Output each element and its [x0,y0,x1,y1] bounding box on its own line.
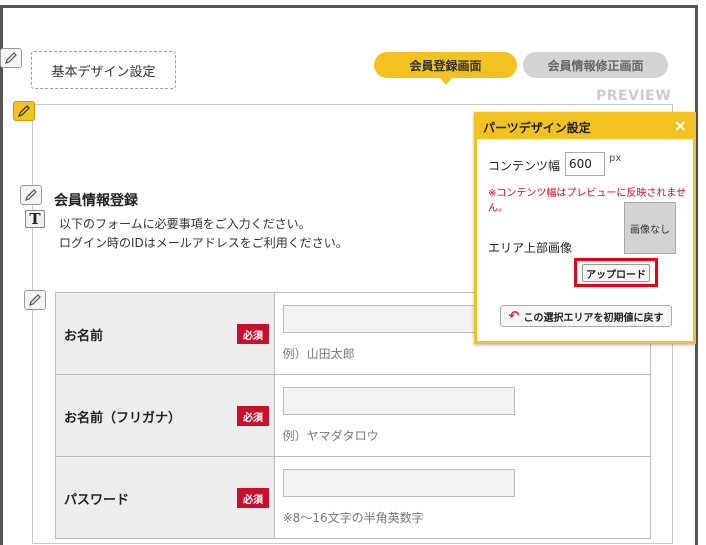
required-badge: 必須 [237,488,269,508]
popup-header: パーツデザイン設定 × [477,115,693,139]
password-hint: ※8～16文字の半角英数字 [282,511,424,525]
text-edit-icon[interactable]: T [25,210,45,228]
area-image-label: エリア上部画像 [488,241,573,255]
desc-line-1: 以下のフォームに必要事項をご入力ください。 [59,217,311,231]
parts-design-popup: パーツデザイン設定 × コンテンツ幅 600 px ※コンテンツ幅はプレビューに… [474,112,696,344]
tab-member-registration[interactable]: 会員登録画面 [374,52,517,85]
content-width-label: コンテンツ幅 [488,159,561,173]
form-label-cell: お名前（フリガナ） 必須 [55,374,275,457]
reset-area-label: この選択エリアを初期値に戻す [523,312,664,324]
edit-pencil-icon[interactable] [0,48,22,68]
width-unit: px [609,153,622,164]
form-field-cell: 例）ヤマダタロウ [273,374,652,457]
no-image-placeholder: 画像なし [624,202,676,254]
popup-title: パーツデザイン設定 [483,121,591,135]
table-row: パスワード 必須 ※8～16文字の半角英数字 [55,456,652,539]
name-hint: 例）山田太郎 [282,347,355,361]
reset-area-button[interactable]: ↶ この選択エリアを初期値に戻す [500,305,672,327]
name-label: お名前 [64,329,104,344]
edit-pencil-icon-active[interactable] [13,101,35,121]
desc-line-2: ログイン時のIDはメールアドレスをご利用ください。 [59,236,348,250]
section-description: 以下のフォームに必要事項をご入力ください。 ログイン時のIDはメールアドレスをご… [59,215,348,253]
content-width-input[interactable]: 600 [565,152,605,176]
basic-design-button[interactable]: 基本デザイン設定 [31,51,176,89]
pencil-icon [5,52,17,64]
pencil-icon [25,189,37,201]
form-label-cell: お名前 必須 [55,292,275,375]
edit-form-pencil-icon[interactable] [24,290,46,310]
table-row: お名前（フリガナ） 必須 例）ヤマダタロウ [55,374,652,457]
required-badge: 必須 [237,406,269,426]
furigana-label: お名前（フリガナ） [64,411,182,426]
form-field-cell: ※8～16文字の半角英数字 [273,456,652,539]
password-input[interactable] [282,469,515,497]
form-label-cell: パスワード 必須 [55,456,275,539]
section-title: 会員情報登録 [54,193,138,209]
furigana-input[interactable] [282,387,515,415]
upload-button[interactable]: アップロード [582,264,650,282]
pencil-icon [18,105,30,117]
tab-member-edit[interactable]: 会員情報修正画面 [523,52,668,78]
close-icon[interactable]: × [674,116,687,135]
password-label: パスワード [64,493,130,508]
edit-title-pencil-icon[interactable] [20,185,42,205]
pencil-icon [29,294,41,306]
preview-label: PREVIEW [596,88,672,104]
undo-arrow-icon: ↶ [508,308,520,324]
required-badge: 必須 [237,324,269,344]
furigana-hint: 例）ヤマダタロウ [282,429,379,443]
upload-highlight: アップロード [574,258,658,287]
